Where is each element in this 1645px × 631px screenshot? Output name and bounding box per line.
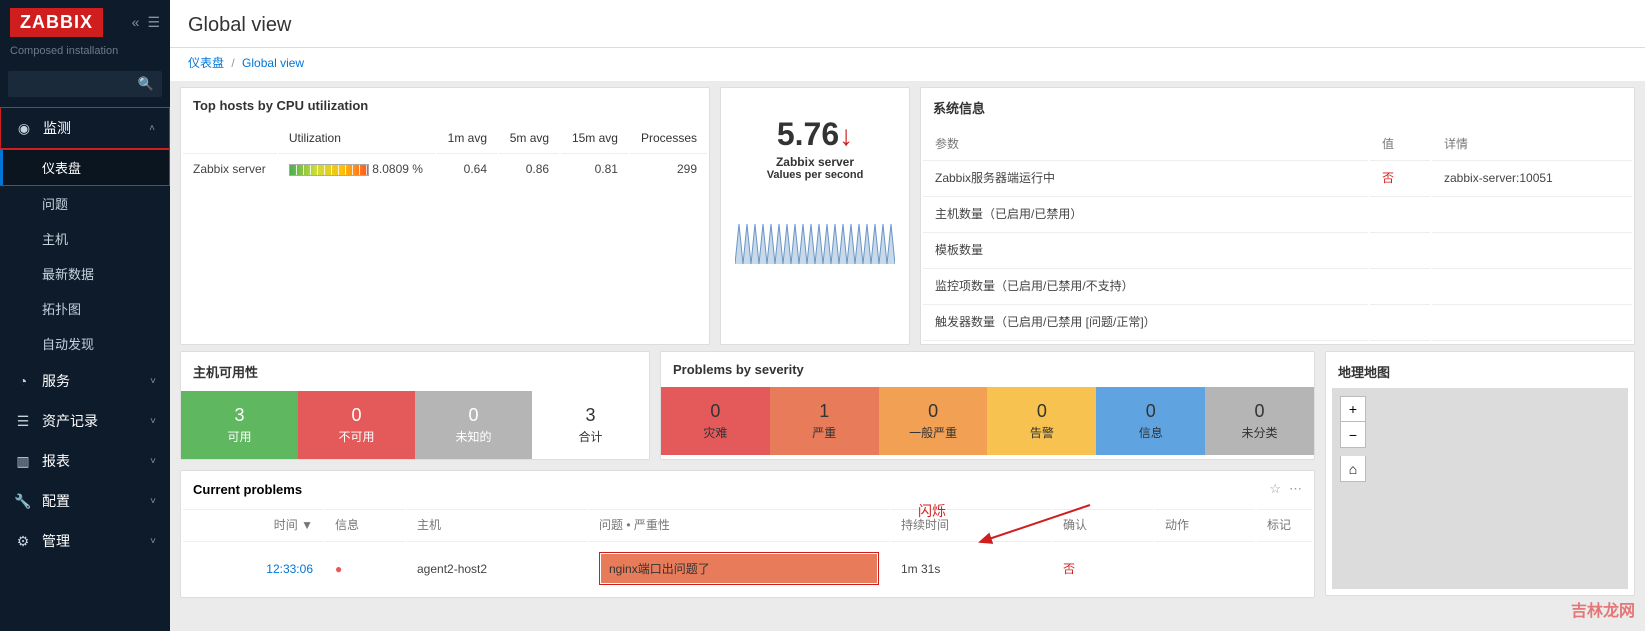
avail-cell[interactable]: 3可用 [181, 391, 298, 459]
chevron-up-icon: ˄ [149, 123, 155, 134]
sysinfo-title: 系统信息 [921, 88, 1634, 127]
nav-hosts[interactable]: 主机 [0, 221, 170, 256]
page-title: Global view [188, 14, 1627, 37]
card-severity: Problems by severity 0灾难1严重0一般严重0告警0信息0未… [660, 351, 1315, 460]
more-icon[interactable]: ⋯ [1289, 481, 1302, 497]
status-dot-icon: ● [335, 562, 342, 576]
problem-row[interactable]: 12:33:06 ● agent2-host2 nginx端口出问题了 1m 3… [183, 541, 1312, 595]
search-icon: 🔍 [138, 76, 154, 92]
wrench-icon: 🔧 [14, 493, 32, 510]
sysinfo-row: 监控项数量（已启用/已禁用/不支持） [923, 268, 1632, 302]
chevron-down-icon: ˅ [150, 376, 156, 387]
collapse-icon[interactable]: « [132, 14, 140, 31]
chevron-down-icon: ˅ [150, 416, 156, 427]
avail-cell[interactable]: 3合计 [532, 391, 649, 459]
nav-config[interactable]: 🔧配置˅ [0, 481, 170, 521]
map-canvas[interactable]: + − ⌂ [1332, 388, 1628, 589]
gear-icon: ⚙ [14, 533, 32, 550]
problem-time[interactable]: 12:33:06 [183, 541, 323, 595]
main: Global view 仪表盘 / Global view Top hosts … [170, 0, 1645, 631]
tophosts-host: Zabbix server [183, 153, 277, 184]
chart-icon: ▥ [14, 453, 32, 470]
page-header: Global view [170, 0, 1645, 48]
clock-icon: ◔ [14, 373, 32, 389]
eye-icon: ◉ [15, 120, 33, 137]
severity-cell[interactable]: 1严重 [770, 387, 879, 455]
sparkline [735, 219, 895, 264]
severity-cell[interactable]: 0一般严重 [879, 387, 988, 455]
nav-dashboard[interactable]: 仪表盘 [0, 149, 170, 186]
avail-title: 主机可用性 [181, 352, 649, 391]
logo-row: ZABBIX « ☰ [0, 0, 170, 45]
install-label: Composed installation [0, 45, 170, 67]
breadcrumb-current[interactable]: Global view [242, 56, 304, 70]
card-availability: 主机可用性 3可用0不可用0未知的3合计 [180, 351, 650, 460]
menu-icon[interactable]: ☰ [147, 14, 160, 31]
sev-title: Problems by severity [661, 352, 1314, 387]
flash-annotation: 闪烁 [918, 501, 946, 521]
nav-asset[interactable]: ☰资产记录˅ [0, 401, 170, 441]
annotation-arrow [970, 497, 1100, 557]
chevron-down-icon: ˅ [150, 456, 156, 467]
sysinfo-row: 主机数量（已启用/已禁用） [923, 196, 1632, 230]
card-geo-map: 地理地图 + − ⌂ [1325, 351, 1635, 596]
card-tophosts: Top hosts by CPU utilization Utilization… [180, 87, 710, 345]
vps-sublabel: Values per second [767, 169, 864, 181]
severity-cell[interactable]: 0信息 [1096, 387, 1205, 455]
star-icon[interactable]: ☆ [1269, 481, 1281, 497]
problems-title: Current problems [193, 482, 302, 497]
card-sysinfo: 系统信息 参数 值 详情 Zabbix服务器端运行中否zabbix-server… [920, 87, 1635, 345]
logo: ZABBIX [10, 8, 103, 37]
chevron-down-icon: ˅ [150, 496, 156, 507]
sidebar: ZABBIX « ☰ Composed installation 🔍 ◉ 监测 … [0, 0, 170, 631]
tophosts-row[interactable]: Zabbix server 8.0809 % 0.64 0.86 0.81 29… [183, 153, 707, 184]
problem-host[interactable]: agent2-host2 [407, 541, 587, 595]
avail-cell[interactable]: 0不可用 [298, 391, 415, 459]
card-vps: 5.76↓ Zabbix server Values per second [720, 87, 910, 345]
zoom-out-button[interactable]: − [1340, 422, 1366, 448]
down-arrow-icon: ↓ [839, 120, 853, 151]
watermark: 吉林龙网 [1571, 597, 1635, 621]
sysinfo-row: 触发器数量（已启用/已禁用 [问题/正常]） [923, 304, 1632, 338]
nav-topology[interactable]: 拓扑图 [0, 291, 170, 326]
sysinfo-row: 用户数(在线) [923, 340, 1632, 345]
problem-text[interactable]: nginx端口出问题了 [601, 554, 877, 583]
avail-cell[interactable]: 0未知的 [415, 391, 532, 459]
nav-report[interactable]: ▥报表˅ [0, 441, 170, 481]
severity-cell[interactable]: 0告警 [987, 387, 1096, 455]
util-bar [289, 164, 369, 176]
sysinfo-row: Zabbix服务器端运行中否zabbix-server:10051 [923, 160, 1632, 194]
breadcrumb-root[interactable]: 仪表盘 [188, 56, 224, 70]
nav-latest[interactable]: 最新数据 [0, 256, 170, 291]
vps-value: 5.76 [777, 116, 839, 152]
list-icon: ☰ [14, 413, 32, 430]
tophosts-title: Top hosts by CPU utilization [181, 88, 709, 123]
vps-label: Zabbix server [776, 155, 854, 169]
search-input[interactable]: 🔍 [8, 71, 162, 97]
zoom-in-button[interactable]: + [1340, 396, 1366, 422]
nav-service[interactable]: ◔服务˅ [0, 361, 170, 401]
nav-monitor[interactable]: ◉ 监测 ˄ [0, 107, 170, 149]
nav-monitor-label: 监测 [43, 118, 71, 138]
zoom-home-button[interactable]: ⌂ [1340, 456, 1366, 482]
sysinfo-row: 模板数量 [923, 232, 1632, 266]
map-title: 地理地图 [1326, 352, 1634, 391]
nav-admin[interactable]: ⚙管理˅ [0, 521, 170, 561]
breadcrumb: 仪表盘 / Global view [170, 48, 1645, 81]
severity-cell[interactable]: 0未分类 [1205, 387, 1314, 455]
chevron-down-icon: ˅ [150, 536, 156, 547]
nav-discovery[interactable]: 自动发现 [0, 326, 170, 361]
nav-problems[interactable]: 问题 [0, 186, 170, 221]
severity-cell[interactable]: 0灾难 [661, 387, 770, 455]
card-current-problems: Current problems ☆ ⋯ 时间 ▼ 信息 主机 问题 • 严重性… [180, 470, 1315, 598]
